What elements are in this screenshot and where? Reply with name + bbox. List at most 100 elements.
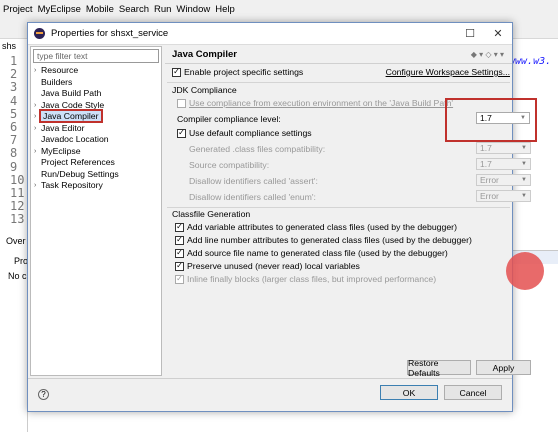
line-number: 13	[10, 212, 25, 227]
nav-item-java-compiler[interactable]: › Java Compiler	[31, 109, 161, 123]
nav-label: Task Repository	[41, 180, 103, 190]
use-default-compliance-checkbox[interactable]: ✓ Use default compliance settings	[177, 128, 312, 138]
expand-arrow-icon[interactable]: ›	[34, 111, 36, 123]
nav-item-javadoc-location[interactable]: Javadoc Location	[31, 134, 161, 146]
overview-tab[interactable]: Over	[6, 236, 26, 246]
expand-arrow-icon[interactable]: ›	[34, 100, 36, 112]
divider	[28, 378, 512, 379]
source-compat-label: Source compatibility:	[189, 160, 270, 170]
nav-label: Java Compiler	[39, 109, 103, 123]
menu-project[interactable]: Project	[3, 4, 33, 15]
chevron-down-icon: ▼	[521, 177, 527, 183]
cancel-button[interactable]: Cancel	[444, 385, 502, 400]
dialog-title: Properties for shsxt_service	[51, 28, 169, 39]
classfile-option-checkbox[interactable]: ✓ Add source file name to generated clas…	[175, 248, 448, 258]
nav-item-java-code-style[interactable]: › Java Code Style	[31, 100, 161, 112]
source-compat-value: 1.7	[480, 159, 492, 169]
classfile-option-label: Add source file name to generated class …	[187, 248, 448, 258]
page-header: Java Compiler ◆ ▾ ◇ ▾ ▾	[165, 46, 512, 64]
menu-bar: Project MyEclipse Mobile Search Run Wind…	[0, 0, 558, 19]
eclipse-icon	[34, 28, 45, 39]
checkbox-checked-icon[interactable]: ✓	[175, 235, 184, 245]
use-compliance-env-checkbox[interactable]: Use compliance from execution environmen…	[177, 98, 453, 108]
classfile-option-label: Add variable attributes to generated cla…	[187, 222, 457, 232]
checkbox-checked-icon[interactable]: ✓	[177, 128, 186, 138]
use-default-compliance-label: Use default compliance settings	[189, 128, 312, 138]
divider	[167, 82, 510, 83]
menu-run[interactable]: Run	[154, 4, 171, 15]
history-nav-icons[interactable]: ◆ ▾ ◇ ▾ ▾	[471, 50, 504, 59]
code-url-text: www.w3.	[509, 56, 552, 67]
preferences-tree: type filter text › Resource Builders Java…	[30, 46, 162, 376]
ok-button[interactable]: OK	[380, 385, 438, 400]
classfile-option-label: Preserve unused (never read) local varia…	[187, 261, 360, 271]
assert-value: Error	[480, 175, 499, 185]
checkbox-checked-icon[interactable]: ✓	[175, 261, 184, 271]
nav-item-project-references[interactable]: Project References	[31, 157, 161, 169]
menu-mobile[interactable]: Mobile	[86, 4, 114, 15]
compliance-level-label: Compiler compliance level:	[177, 114, 281, 124]
annotation-highlight-box	[445, 98, 537, 142]
problems-tab[interactable]: Pro	[14, 256, 28, 266]
jdk-compliance-group-title: JDK Compliance	[172, 85, 237, 95]
nav-item-myeclipse[interactable]: › MyEclipse	[31, 146, 161, 158]
nav-item-run-debug-settings[interactable]: Run/Debug Settings	[31, 169, 161, 181]
enum-select[interactable]: Error ▼	[476, 190, 531, 202]
line-number: 8	[10, 146, 18, 161]
nav-label: Java Build Path	[41, 88, 102, 98]
properties-dialog: Properties for shsxt_service ☐ ✕ type fi…	[27, 22, 537, 412]
enable-specific-checkbox[interactable]: ✓ Enable project specific settings	[172, 67, 303, 77]
maximize-icon[interactable]: ☐	[456, 27, 484, 40]
chevron-down-icon: ▼	[521, 193, 527, 199]
gen-class-compat-value: 1.7	[480, 143, 492, 153]
checkbox-checked-icon[interactable]: ✓	[175, 248, 184, 258]
classfile-option-checkbox[interactable]: ✓ Add line number attributes to generate…	[175, 235, 472, 245]
nav-label: Java Code Style	[41, 99, 105, 110]
nav-label: Javadoc Location	[41, 134, 109, 144]
nav-item-java-build-path[interactable]: Java Build Path	[31, 88, 161, 100]
left-tab[interactable]: shs	[2, 41, 16, 51]
nav-item-java-editor[interactable]: › Java Editor	[31, 123, 161, 135]
menu-window[interactable]: Window	[176, 4, 210, 15]
apply-button[interactable]: Apply	[476, 360, 531, 375]
configure-workspace-link[interactable]: Configure Workspace Settings...	[386, 67, 510, 77]
nav-item-builders[interactable]: Builders	[31, 77, 161, 89]
dialog-titlebar: Properties for shsxt_service ☐ ✕	[28, 23, 512, 45]
expand-arrow-icon[interactable]: ›	[34, 65, 36, 77]
restore-defaults-button[interactable]: Restore Defaults	[407, 358, 471, 378]
checkbox-icon[interactable]	[177, 98, 186, 108]
checkbox-checked-icon[interactable]: ✓	[175, 274, 184, 284]
line-number: 4	[10, 93, 18, 108]
expand-arrow-icon[interactable]: ›	[34, 180, 36, 192]
problems-text: No c	[8, 271, 27, 281]
close-icon[interactable]: ✕	[484, 27, 512, 40]
classfile-option-checkbox[interactable]: ✓ Preserve unused (never read) local var…	[175, 261, 360, 271]
filter-input[interactable]: type filter text	[33, 49, 159, 63]
divider	[167, 207, 510, 208]
classfile-option-checkbox[interactable]: ✓ Inline finally blocks (larger class fi…	[175, 274, 436, 284]
nav-item-resource[interactable]: › Resource	[31, 65, 161, 77]
nav-label: Run/Debug Settings	[41, 168, 119, 179]
expand-arrow-icon[interactable]: ›	[34, 123, 36, 135]
gen-class-compat-select[interactable]: 1.7 ▼	[476, 142, 531, 154]
checkbox-checked-icon[interactable]: ✓	[172, 67, 181, 77]
nav-label: MyEclipse	[41, 145, 81, 156]
help-icon[interactable]: ?	[38, 389, 49, 400]
assert-label: Disallow identifiers called 'assert':	[189, 176, 318, 186]
page-title: Java Compiler	[172, 49, 237, 60]
menu-help[interactable]: Help	[215, 4, 235, 15]
menu-search[interactable]: Search	[119, 4, 149, 15]
nav-item-task-repository[interactable]: › Task Repository	[31, 180, 161, 192]
classfile-option-label: Inline finally blocks (larger class file…	[187, 274, 437, 284]
checkbox-checked-icon[interactable]: ✓	[175, 222, 184, 232]
classfile-option-checkbox[interactable]: ✓ Add variable attributes to generated c…	[175, 222, 457, 232]
cursor-highlight-dot	[506, 252, 544, 290]
menu-myeclipse[interactable]: MyEclipse	[38, 4, 81, 15]
enum-label: Disallow identifiers called 'enum':	[189, 192, 316, 202]
classfile-option-label: Add line number attributes to generated …	[187, 235, 472, 245]
source-compat-select[interactable]: 1.7 ▼	[476, 158, 531, 170]
expand-arrow-icon[interactable]: ›	[34, 146, 36, 158]
chevron-down-icon: ▼	[521, 145, 527, 151]
assert-select[interactable]: Error ▼	[476, 174, 531, 186]
nav-label: Resource	[41, 65, 79, 75]
